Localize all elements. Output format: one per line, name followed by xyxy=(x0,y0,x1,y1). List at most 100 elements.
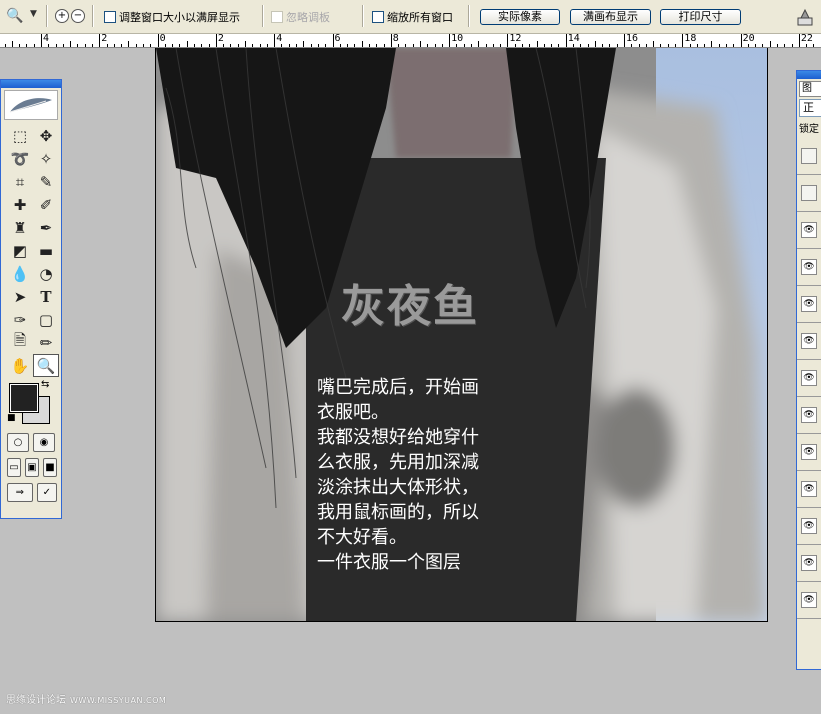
ruler-tick xyxy=(230,44,231,47)
ruler-tick xyxy=(471,44,472,47)
layer-row[interactable]: 👁 xyxy=(797,286,821,323)
quick-mask-icon[interactable]: ◉ xyxy=(33,433,55,452)
edit-in-imageready-icon[interactable]: ✓ xyxy=(36,483,57,502)
eraser-tool-icon[interactable]: ◩ xyxy=(7,239,33,262)
standard-screen-icon[interactable]: ▭ xyxy=(7,458,21,477)
default-colors-icon[interactable]: ■ xyxy=(7,413,16,423)
ruler-tick xyxy=(588,44,589,47)
ruler-tick xyxy=(150,44,151,47)
layer-row[interactable]: 👁 xyxy=(797,323,821,360)
ruler-tick xyxy=(70,41,71,47)
actual-pixels-button[interactable]: 实际像素 xyxy=(480,9,560,25)
visibility-eye-icon[interactable]: 👁 xyxy=(801,407,817,423)
zoom-tool-icon[interactable]: 🔍 xyxy=(6,8,23,24)
chevron-down-icon[interactable]: ▼ xyxy=(30,9,37,19)
resize-windows-checkbox[interactable]: 调整窗口大小以满屏显示 xyxy=(104,10,240,24)
clone-stamp-icon[interactable]: ♜ xyxy=(7,216,33,239)
magic-wand-icon[interactable]: ✧ xyxy=(33,147,59,170)
ruler-tick xyxy=(792,44,793,47)
layer-row[interactable]: 👁 xyxy=(797,138,821,175)
layer-row[interactable]: 👁 xyxy=(797,434,821,471)
standard-mode-icon[interactable]: ○ xyxy=(7,433,29,452)
full-screen-icon[interactable]: ■ xyxy=(43,458,57,477)
tab-layers[interactable]: 图 xyxy=(799,81,821,97)
visibility-eye-icon[interactable]: 👁 xyxy=(801,444,817,460)
visibility-eye-icon[interactable]: 👁 xyxy=(801,592,817,608)
layer-row[interactable]: 👁 xyxy=(797,397,821,434)
visibility-eye-icon[interactable]: 👁 xyxy=(801,370,817,386)
ruler-tick xyxy=(668,44,669,47)
ruler-tick xyxy=(85,44,86,47)
print-size-button[interactable]: 打印尺寸 xyxy=(660,9,741,25)
layer-row[interactable]: 👁 xyxy=(797,360,821,397)
visibility-eye-icon[interactable]: 👁 xyxy=(801,518,817,534)
zoom-out-icon[interactable]: − xyxy=(71,9,85,23)
shape-tool-icon[interactable]: ▢ xyxy=(33,308,59,331)
ruler-tick xyxy=(500,44,501,47)
zoom-all-windows-checkbox[interactable]: 缩放所有窗口 xyxy=(372,10,453,24)
visibility-eye-icon[interactable]: 👁 xyxy=(801,259,817,275)
ruler-tick xyxy=(245,41,246,47)
ruler-tick xyxy=(376,44,377,47)
type-tool-icon[interactable]: T xyxy=(33,285,59,308)
brush-tool-icon[interactable]: ✐ xyxy=(33,193,59,216)
visibility-eye-icon[interactable]: 👁 xyxy=(801,296,817,312)
layer-row[interactable]: 👁 xyxy=(797,582,821,619)
ruler-tick xyxy=(92,44,93,47)
layer-row[interactable]: 👁 xyxy=(797,212,821,249)
blend-mode-select[interactable]: 正 xyxy=(799,99,821,117)
blur-tool-icon[interactable]: 💧 xyxy=(7,262,33,285)
visibility-eye-icon[interactable]: 👁 xyxy=(801,481,817,497)
swap-colors-icon[interactable]: ⇆ xyxy=(41,379,49,390)
layer-row[interactable]: 👁 xyxy=(797,508,821,545)
crop-tool-icon[interactable]: ⌗ xyxy=(7,170,33,193)
ruler-tick xyxy=(63,44,64,47)
jump-to-imageready-icon[interactable]: ⇒ xyxy=(7,483,33,502)
separator xyxy=(262,5,264,27)
gradient-tool-icon[interactable]: ▬ xyxy=(33,239,59,262)
foreground-color-swatch[interactable] xyxy=(9,383,39,413)
layer-row[interactable]: 👁 xyxy=(797,545,821,582)
move-tool-icon[interactable]: ✥ xyxy=(33,124,59,147)
ruler-tick xyxy=(77,44,78,47)
layer-row[interactable]: 👁 xyxy=(797,471,821,508)
ruler-tick xyxy=(114,44,115,47)
fit-screen-button[interactable]: 满画布显示 xyxy=(570,9,651,25)
layer-row[interactable]: 👁 xyxy=(797,175,821,212)
zoom-in-icon[interactable]: + xyxy=(55,9,69,23)
layer-row[interactable]: 👁 xyxy=(797,249,821,286)
ruler-tick xyxy=(449,34,450,47)
dodge-tool-icon[interactable]: ◔ xyxy=(33,262,59,285)
ignore-palettes-label: 忽略调板 xyxy=(286,11,330,24)
notes-tool-icon[interactable]: 🗎 xyxy=(7,331,33,354)
ruler-label: 10 xyxy=(451,34,464,44)
path-selection-icon[interactable]: ➤ xyxy=(7,285,33,308)
history-brush-icon[interactable]: ✒ xyxy=(33,216,59,239)
lasso-tool-icon[interactable]: ➰ xyxy=(7,147,33,170)
visibility-eye-icon[interactable]: 👁 xyxy=(801,185,817,201)
ruler-tick xyxy=(56,44,57,47)
eyedropper-icon[interactable]: ✏ xyxy=(33,331,59,354)
ruler-tick xyxy=(121,44,122,47)
ruler-tick xyxy=(544,44,545,47)
checkbox-box[interactable] xyxy=(104,11,116,23)
full-screen-menu-icon[interactable]: ▣ xyxy=(25,458,39,477)
ruler-tick xyxy=(187,41,188,47)
marquee-tool-icon[interactable]: ⬚ xyxy=(7,124,33,147)
visibility-eye-icon[interactable]: 👁 xyxy=(801,222,817,238)
hand-tool-icon[interactable]: ✋ xyxy=(7,354,33,377)
checkbox-box[interactable] xyxy=(372,11,384,23)
pen-tool-icon[interactable]: ✑ xyxy=(7,308,33,331)
palette-well-icon[interactable] xyxy=(795,7,815,27)
visibility-eye-icon[interactable]: 👁 xyxy=(801,333,817,349)
zoom-tool-icon[interactable]: 🔍 xyxy=(33,354,59,377)
document-canvas[interactable]: 灰夜鱼 嘴巴完成后，开始画 衣服吧。 我都没想好给她穿什 么衣服，先用加深减 淡… xyxy=(155,48,768,622)
visibility-eye-icon[interactable]: 👁 xyxy=(801,555,817,571)
healing-brush-icon[interactable]: ✚ xyxy=(7,193,33,216)
slice-tool-icon[interactable]: ✎ xyxy=(33,170,59,193)
layers-panel-titlebar[interactable] xyxy=(797,71,821,79)
ruler-tick xyxy=(442,44,443,47)
toolbox-titlebar[interactable] xyxy=(1,80,61,88)
visibility-eye-icon[interactable]: 👁 xyxy=(801,148,817,164)
ruler-tick xyxy=(486,44,487,47)
